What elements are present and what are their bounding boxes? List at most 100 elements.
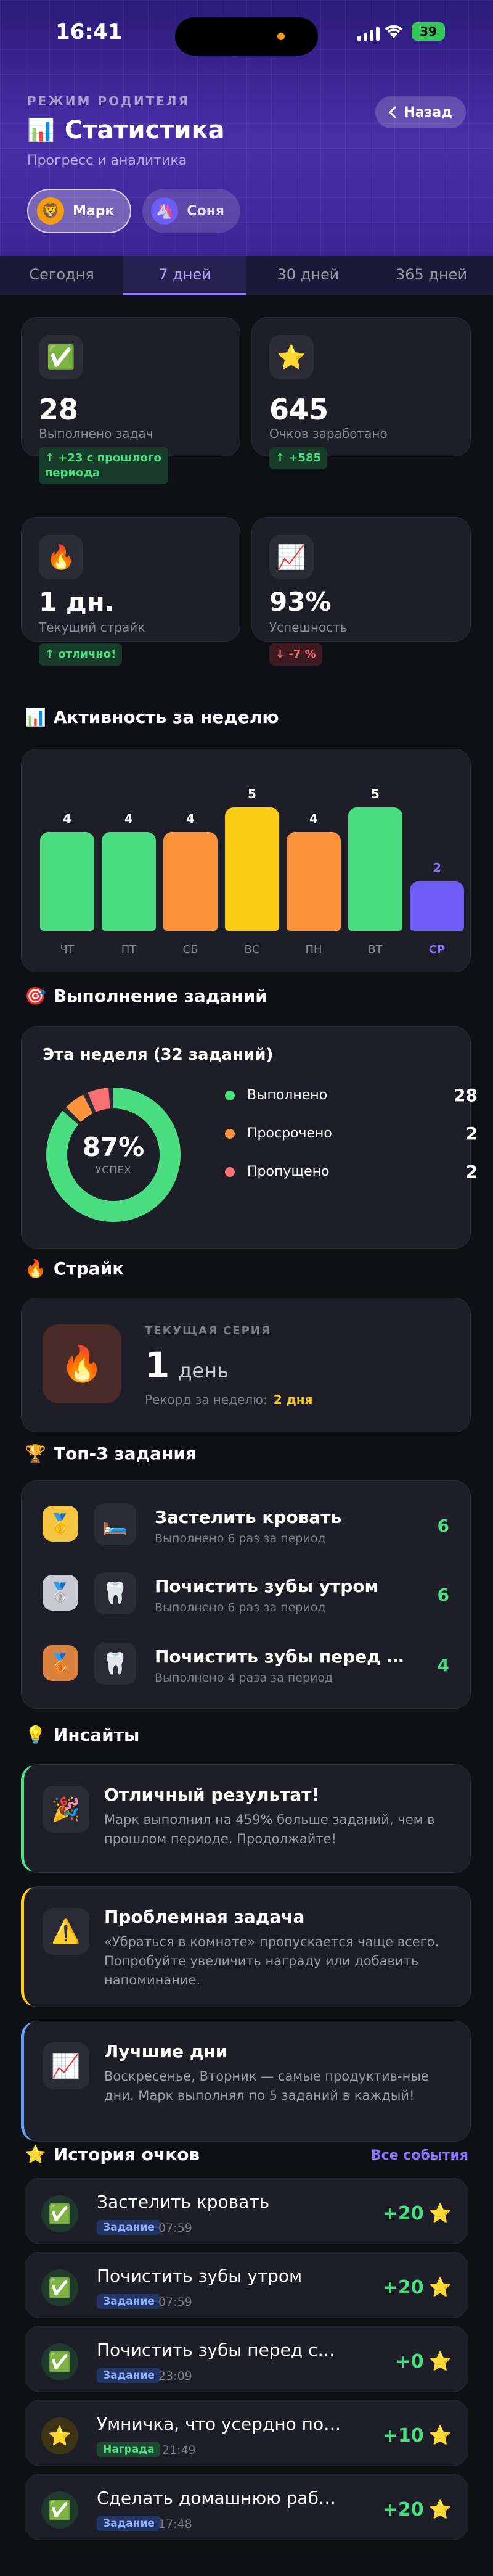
section-title-text: История очков	[53, 2144, 200, 2165]
legend-label: Пропущено	[247, 1164, 330, 1179]
history-row[interactable]: ✅ Сделать домашнюю работу Задание 17:48 …	[25, 2474, 468, 2540]
child-selector: 🦁 Марк 🦄 Соня	[27, 189, 241, 233]
star-icon: ⭐	[41, 2417, 78, 2454]
stat-value: 93%	[269, 587, 332, 617]
points-value: +10	[382, 2425, 424, 2446]
history-time: 17:48	[158, 2517, 192, 2531]
chevron-left-icon	[389, 106, 396, 118]
legend-overdue: Просрочено 2	[225, 1123, 478, 1144]
status-bar: 16:41 39	[0, 17, 493, 56]
insight-title: Лучшие дни	[104, 2041, 228, 2062]
bar-rect	[410, 881, 464, 931]
task-count: 6	[437, 1585, 449, 1605]
bar-вт: 5	[348, 786, 402, 931]
check-icon: ✅	[41, 2491, 78, 2529]
legend-dot	[225, 1090, 235, 1100]
legend-missed: Пропущено 2	[225, 1162, 478, 1182]
history-row[interactable]: ✅ Застелить кровать Задание 07:59 +20 ⭐	[25, 2178, 468, 2244]
history-row[interactable]: ✅ Почистить зубы утром Задание 07:59 +20…	[25, 2252, 468, 2318]
top-task-row[interactable]: 🥉 🦷 Почистить зубы перед сн… Выполнено 4…	[43, 1634, 449, 1690]
legend-dot	[225, 1128, 235, 1139]
child-tab-mark[interactable]: 🦁 Марк	[27, 189, 132, 233]
history-row[interactable]: ⭐ Умничка, что усердно поучи… Награда 21…	[25, 2400, 468, 2466]
task-name: Почистить зубы перед сн…	[155, 1646, 407, 1667]
tab-7-days[interactable]: 7 дней	[123, 256, 246, 295]
stat-label: Выполнено задач	[39, 426, 153, 441]
trend-up-icon: 📈	[43, 2042, 89, 2089]
star-icon: ⭐	[428, 2277, 452, 2298]
back-button[interactable]: Назад	[375, 96, 466, 128]
check-icon: ✅	[41, 2195, 78, 2232]
history-tag: Задание	[97, 2516, 161, 2531]
section-insights-title: 💡 Инсайты	[25, 1725, 139, 1745]
star-icon: ⭐	[428, 2499, 452, 2520]
star-icon: ⭐	[428, 2351, 452, 2372]
star-icon: ⭐	[25, 2144, 46, 2165]
streak-number: 1	[145, 1344, 170, 1386]
stat-delta: ↑ отлично!	[39, 643, 123, 666]
bar-label: СБ	[182, 943, 198, 956]
lightbulb-icon: 💡	[25, 1725, 46, 1745]
fire-icon: 🔥	[39, 535, 83, 579]
task-subtitle: Выполнено 6 раз за период	[155, 1601, 326, 1614]
bar-пт: 4	[102, 811, 156, 931]
battery-icon: 39	[412, 22, 445, 41]
stat-label: Текущий страйк	[39, 620, 145, 635]
activity-chart-card: 4 ЧТ 4 ПТ 4 СБ 5 ВС 4 ПН 5 ВТ 2 СР	[21, 749, 471, 972]
insight-text: «Убраться в комнате» пропускается чаще в…	[104, 1934, 439, 1988]
tab-365-days[interactable]: 365 дней	[370, 256, 493, 295]
signal-icon	[357, 26, 380, 41]
bar-ср: 2	[410, 861, 464, 931]
legend-value: 2	[465, 1162, 478, 1182]
check-icon: ✅	[41, 2343, 78, 2380]
status-time: 16:41	[55, 20, 123, 44]
history-name: Застелить кровать	[97, 2192, 270, 2212]
task-count: 6	[437, 1516, 449, 1536]
bronze-medal-icon: 🥉	[43, 1645, 78, 1681]
record-value: 2 дня	[273, 1392, 313, 1407]
page-subtitle: Прогресс и аналитика	[27, 153, 187, 168]
bar-value: 4	[186, 811, 195, 826]
bar-label: ВС	[244, 943, 260, 956]
legend-completed: Выполнено 28	[225, 1085, 478, 1105]
tooth-icon: 🦷	[94, 1572, 136, 1614]
target-icon: 🎯	[25, 986, 46, 1006]
insight-text: Воскресенье, Вторник — самые продуктив-н…	[104, 2069, 429, 2103]
tab-today[interactable]: Сегодня	[0, 256, 123, 295]
section-title-text: Страйк	[53, 1258, 124, 1279]
warning-icon: ⚠️	[43, 1908, 89, 1955]
task-subtitle: Выполнено 6 раз за период	[155, 1532, 326, 1545]
stat-card-success: 📈 93% Успешность ↓ -7 %	[251, 517, 471, 666]
bar-rect	[225, 807, 279, 931]
tab-30-days[interactable]: 30 дней	[246, 256, 370, 295]
streak-label: ТЕКУЩАЯ СЕРИЯ	[145, 1324, 271, 1337]
all-events-link[interactable]: Все события	[371, 2148, 468, 2163]
history-time: 07:59	[158, 2221, 192, 2235]
section-title-text: Инсайты	[53, 1725, 140, 1745]
bar-label: СР	[428, 943, 446, 956]
stat-delta: ↑ +585	[269, 447, 328, 469]
bar-rect	[40, 832, 94, 931]
top-task-row[interactable]: 🥈 🦷 Почистить зубы утром Выполнено 6 раз…	[43, 1564, 449, 1619]
insight-card-best-days: 📈 Лучшие дни Воскресенье, Вторник — самы…	[21, 2021, 471, 2142]
stat-value: 28	[39, 393, 79, 426]
top-task-row[interactable]: 🥇 🛏️ Застелить кровать Выполнено 6 раз з…	[43, 1495, 449, 1550]
mode-label: РЕЖИМ РОДИТЕЛЯ	[27, 94, 190, 109]
party-icon: 🎉	[43, 1786, 89, 1833]
history-points: +20 ⭐	[383, 2499, 452, 2520]
history-points: +20 ⭐	[383, 2203, 452, 2224]
child-tab-sonya[interactable]: 🦄 Соня	[142, 189, 241, 233]
history-name: Сделать домашнюю работу	[97, 2488, 343, 2508]
trend-up-icon: 📈	[269, 535, 314, 579]
gold-medal-icon: 🥇	[43, 1506, 78, 1542]
stat-card-points: ⭐ 645 Очков заработано ↑ +585	[251, 317, 471, 469]
section-title-text: Активность за неделю	[53, 707, 279, 727]
fire-icon: 🔥	[25, 1258, 46, 1279]
bar-rect	[287, 832, 341, 931]
history-row[interactable]: ✅ Почистить зубы перед сном Задание 23:0…	[25, 2326, 468, 2392]
bar-value: 4	[309, 811, 318, 826]
stat-label: Успешность	[269, 620, 348, 635]
history-tag: Задание	[97, 2220, 161, 2235]
star-icon: ⭐	[269, 335, 314, 379]
chart-icon: 📊	[25, 707, 46, 727]
